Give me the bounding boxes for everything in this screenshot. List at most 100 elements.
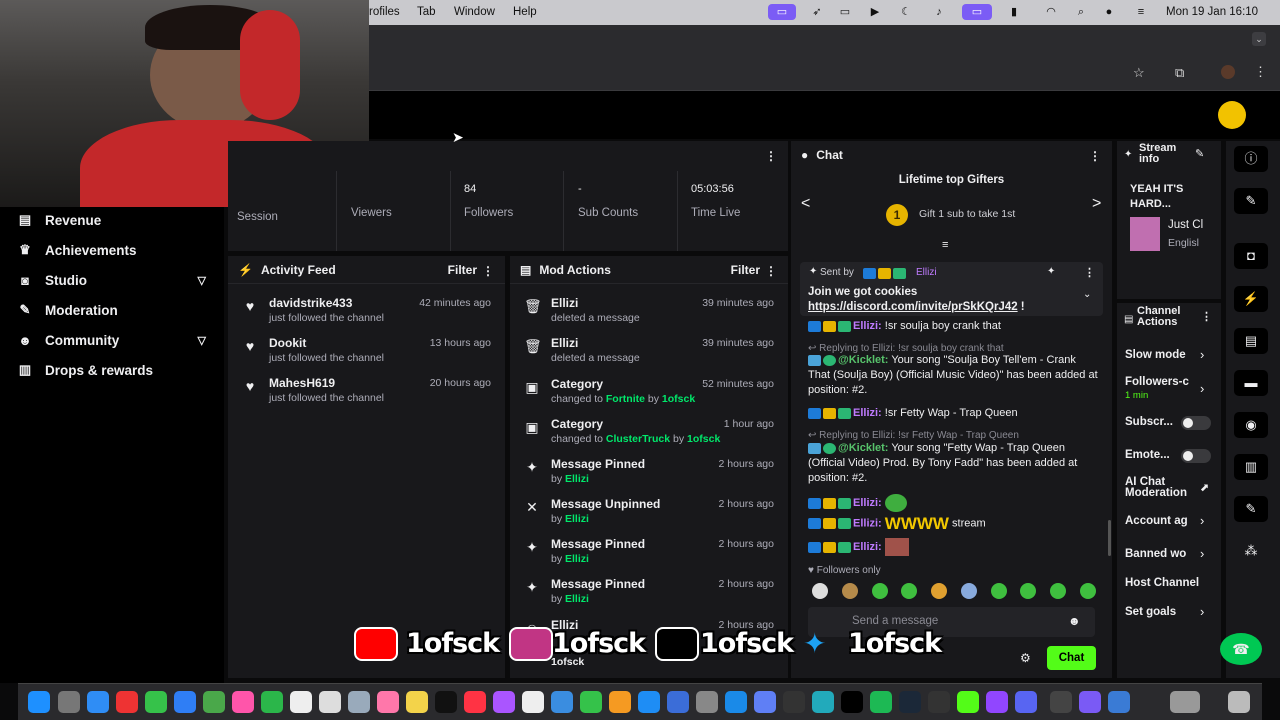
chevron-right-icon[interactable]: ›: [1200, 546, 1204, 561]
keynote-icon[interactable]: [551, 691, 573, 713]
chat-more-icon[interactable]: ⋮: [1089, 149, 1101, 163]
search-icon[interactable]: ⌕: [1072, 4, 1090, 20]
play-icon[interactable]: ▶: [866, 4, 884, 20]
app-icon[interactable]: [812, 691, 834, 713]
control-center-icon[interactable]: ≡: [1132, 4, 1150, 20]
chevron-down-icon[interactable]: ⌄: [1083, 289, 1091, 300]
app-icon[interactable]: [783, 691, 805, 713]
list-item[interactable]: ♥ davidstrike433 42 minutes ago just fol…: [228, 296, 505, 336]
menu-help[interactable]: Help: [513, 6, 537, 18]
gift-cta[interactable]: Gift 1 sub to take 1st: [919, 208, 1015, 220]
kick-icon[interactable]: [957, 691, 979, 713]
gear-icon[interactable]: ⚙: [1020, 651, 1031, 665]
photos-icon[interactable]: [232, 691, 254, 713]
list-item[interactable]: ▣ Category 52 minutes ago changed to For…: [510, 377, 788, 417]
scroll-top-icon[interactable]: ≡: [942, 239, 948, 251]
messages-icon[interactable]: [145, 691, 167, 713]
discord-icon[interactable]: [1015, 691, 1037, 713]
chrome-icon[interactable]: [116, 691, 138, 713]
app-icon[interactable]: [667, 691, 689, 713]
siri-icon[interactable]: ●: [1100, 4, 1118, 20]
contacts-icon[interactable]: [348, 691, 370, 713]
moon-icon[interactable]: ☾: [897, 4, 915, 20]
maps-icon[interactable]: [203, 691, 225, 713]
channel-more-icon[interactable]: ⋮: [1201, 310, 1212, 323]
volume-icon[interactable]: ♪: [930, 4, 948, 20]
activity-filter-button[interactable]: Filter: [448, 263, 477, 277]
chat-message[interactable]: @Kicklet: Your song "Fetty Wap - Trap Qu…: [808, 441, 1098, 486]
nav-achievements[interactable]: ♛ Achievements: [16, 237, 216, 263]
info-icon[interactable]: ⓘ: [1234, 146, 1268, 172]
facetime-icon[interactable]: [261, 691, 283, 713]
menu-window[interactable]: Window: [454, 6, 495, 18]
app-icon[interactable]: [725, 691, 747, 713]
list-item[interactable]: ✕ Message Unpinned 2 hours ago by Ellizi: [510, 497, 788, 537]
app-icon[interactable]: [1079, 691, 1101, 713]
chevron-right-icon[interactable]: >: [1092, 195, 1101, 213]
chat-message[interactable]: Ellizi: !sr Fetty Wap - Trap Queen: [808, 406, 1098, 421]
chevron-right-icon[interactable]: ›: [1200, 381, 1204, 396]
wrench-icon[interactable]: ✎: [1234, 496, 1268, 522]
nav-studio[interactable]: ◙ Studio ▽: [16, 267, 216, 293]
rocket-icon[interactable]: ➶: [808, 4, 826, 20]
list-item[interactable]: ✦ Message Pinned 2 hours ago by Ellizi: [510, 457, 788, 497]
app-icon[interactable]: [1050, 691, 1072, 713]
twitch-icon[interactable]: [986, 691, 1008, 713]
edit-icon[interactable]: ✎: [1234, 188, 1268, 214]
support-chat-button[interactable]: ☎: [1220, 633, 1262, 665]
app-icon[interactable]: [1108, 691, 1130, 713]
list-item[interactable]: ✦ Message Pinned 2 hours ago by Ellizi: [510, 577, 788, 617]
chat-message[interactable]: Ellizi: WWWW stream: [808, 515, 1098, 532]
unpin-icon[interactable]: ✦: [1047, 266, 1055, 277]
nav-community[interactable]: ☻ Community ▽: [16, 327, 216, 353]
tab-list-icon[interactable]: ⌄: [1252, 32, 1266, 46]
emote-icon[interactable]: [990, 583, 1007, 599]
emote-only-toggle[interactable]: [1181, 449, 1211, 463]
emote-icon[interactable]: [812, 583, 828, 599]
battery-icon[interactable]: ▮: [1005, 4, 1023, 20]
tiktok-app-icon[interactable]: [841, 691, 863, 713]
emote-icon[interactable]: [871, 583, 888, 599]
panels-icon[interactable]: ▥: [1234, 454, 1268, 480]
emote-icon[interactable]: [1020, 583, 1037, 599]
activity-more-icon[interactable]: ⋮: [482, 264, 494, 278]
pages-icon[interactable]: [609, 691, 631, 713]
appletv-icon[interactable]: [435, 691, 457, 713]
chat-message[interactable]: Ellizi:: [808, 538, 1098, 556]
emoji-icon[interactable]: ☻: [1068, 614, 1081, 628]
chat-message[interactable]: Ellizi: !sr soulja boy crank that: [808, 319, 1098, 334]
mod-more-icon[interactable]: ⋮: [765, 264, 777, 278]
emote-icon[interactable]: [1079, 583, 1096, 599]
chevron-right-icon[interactable]: ›: [1200, 513, 1204, 528]
list-item[interactable]: ♥ MahesH619 20 hours ago just followed t…: [228, 376, 505, 416]
chat-scrollbar[interactable]: [1108, 520, 1111, 556]
clock[interactable]: Mon 19 Jan 16:10: [1166, 6, 1258, 18]
downloads-stack-icon[interactable]: [1170, 691, 1200, 713]
chevron-left-icon[interactable]: <: [801, 195, 810, 213]
spotify-icon[interactable]: [870, 691, 892, 713]
menu-tab[interactable]: Tab: [417, 6, 436, 18]
external-link-icon[interactable]: ⬈: [1200, 481, 1209, 494]
list-item[interactable]: ✦ Message Pinned 2 hours ago by Ellizi: [510, 537, 788, 577]
steam-icon[interactable]: [899, 691, 921, 713]
screen-mirror-icon[interactable]: ▭: [962, 4, 992, 20]
launchpad-icon[interactable]: [58, 691, 80, 713]
reminders-icon[interactable]: [319, 691, 341, 713]
chevron-right-icon[interactable]: ›: [1200, 347, 1204, 362]
app-icon[interactable]: [754, 691, 776, 713]
list-item[interactable]: ▣ Category 1 hour ago changed to Cluster…: [510, 417, 788, 457]
send-chat-button[interactable]: Chat: [1047, 646, 1096, 670]
mail-icon[interactable]: [174, 691, 196, 713]
list-item[interactable]: ♥ Dookit 13 hours ago just followed the …: [228, 336, 505, 376]
menu-profiles[interactable]: rofiles: [369, 6, 400, 18]
edit-icon[interactable]: ✎: [1195, 147, 1204, 160]
chat-message[interactable]: @Kicklet: Your song "Soulja Boy Tell'em …: [808, 353, 1098, 398]
app-icon[interactable]: [928, 691, 950, 713]
chat-icon[interactable]: ▬: [1234, 370, 1268, 396]
news-icon[interactable]: [522, 691, 544, 713]
followers-only-option[interactable]: Followers-c: [1125, 376, 1189, 388]
calendar-icon[interactable]: [290, 691, 312, 713]
subscribers-only-toggle[interactable]: [1181, 416, 1211, 430]
browser-menu-icon[interactable]: ⋮: [1254, 64, 1267, 80]
list-item[interactable]: 🗑 Ellizi 39 minutes ago deleted a messag…: [510, 336, 788, 376]
